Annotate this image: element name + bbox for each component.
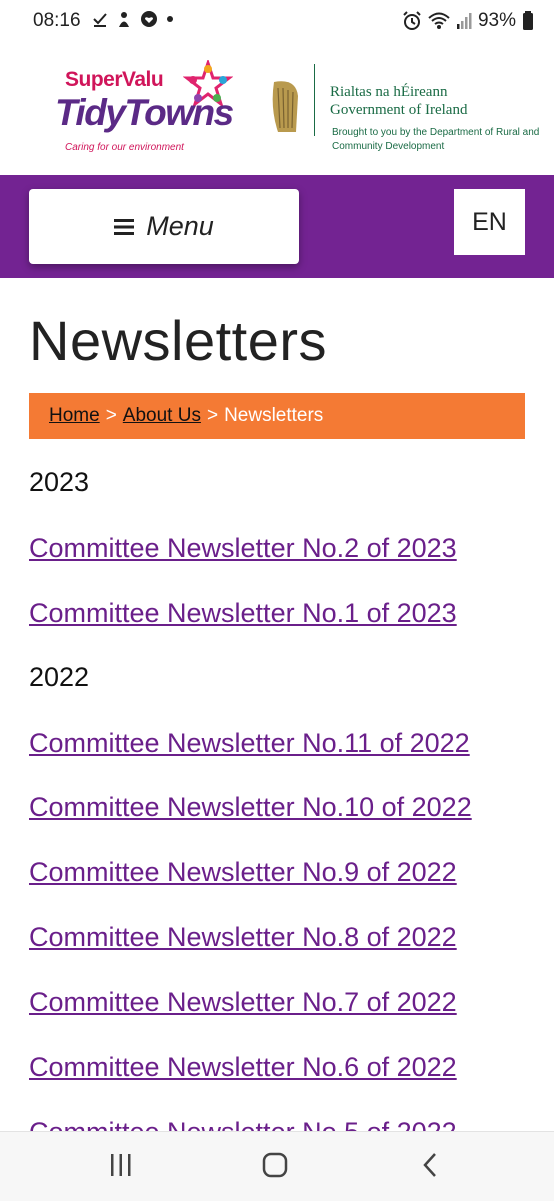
year-heading-2023: 2023 [29, 467, 90, 497]
newsletter-link[interactable]: Committee Newsletter No.11 of 2022 [29, 728, 470, 759]
system-nav-bar [0, 1131, 554, 1201]
logo-tagline: Caring for our environment [65, 142, 184, 153]
battery-icon [523, 11, 533, 30]
hamburger-icon [114, 218, 135, 235]
harp-icon [272, 81, 298, 132]
breadcrumb-separator: > [105, 405, 117, 426]
logo-supervalu-text: SuperValu [65, 68, 164, 91]
newsletter-link[interactable]: Committee Newsletter No.8 of 2022 [29, 922, 457, 953]
year-heading-2022: 2022 [29, 662, 90, 692]
menu-button[interactable]: Menu [29, 189, 299, 264]
language-button[interactable]: EN [454, 189, 525, 255]
home-icon[interactable] [262, 1152, 288, 1178]
page-title: Newsletters [29, 309, 328, 372]
newsletter-link[interactable]: Committee Newsletter No.6 of 2022 [29, 1052, 457, 1083]
status-bar: 08:16 93% [0, 0, 554, 44]
breadcrumb-current: Newsletters [224, 405, 324, 426]
newsletter-link[interactable]: Committee Newsletter No.9 of 2022 [29, 857, 457, 888]
notification-icons [92, 10, 174, 28]
newsletter-link[interactable]: Committee Newsletter No.7 of 2022 [29, 987, 457, 1018]
breadcrumb-about-link[interactable]: About Us [123, 405, 201, 427]
gov-english-name: Government of Ireland [330, 102, 468, 118]
gov-department-note: Brought to you by the Department of Rura… [332, 127, 540, 152]
back-icon[interactable] [420, 1152, 442, 1178]
recent-apps-icon[interactable] [108, 1152, 134, 1178]
breadcrumb-home-link[interactable]: Home [49, 405, 100, 427]
app-notification-icon [119, 12, 129, 27]
battery-percent: 93% [477, 10, 516, 31]
nav-bar: Menu EN [0, 175, 554, 278]
site-header: SuperValu TidyTowns Caring for our envir… [0, 44, 554, 175]
newsletter-link[interactable]: Committee Newsletter No.1 of 2023 [29, 598, 457, 629]
newsletter-link[interactable]: Committee Newsletter No.10 of 2022 [29, 792, 472, 823]
breadcrumb: Home > About Us > Newsletters [29, 393, 525, 439]
signal-icon [456, 13, 472, 29]
gov-irish-name: Rialtas na hÉireann [330, 84, 448, 100]
menu-label: Menu [146, 211, 214, 241]
government-of-ireland-logo[interactable]: Rialtas na hÉireann Government of Irelan… [262, 64, 542, 164]
breadcrumb-separator: > [206, 405, 219, 426]
newsletter-link[interactable]: Committee Newsletter No.2 of 2023 [29, 533, 457, 564]
alarm-icon [403, 11, 421, 30]
status-time: 08:16 [33, 10, 81, 31]
wifi-icon [428, 12, 450, 29]
logo-tidytowns-text: TidyTowns [55, 92, 234, 133]
heart-shield-icon [141, 11, 157, 27]
supervalu-tidytowns-logo[interactable]: SuperValu TidyTowns Caring for our envir… [55, 60, 235, 166]
logo-divider [314, 64, 315, 136]
check-icon [93, 13, 107, 27]
dot-icon [167, 16, 173, 22]
